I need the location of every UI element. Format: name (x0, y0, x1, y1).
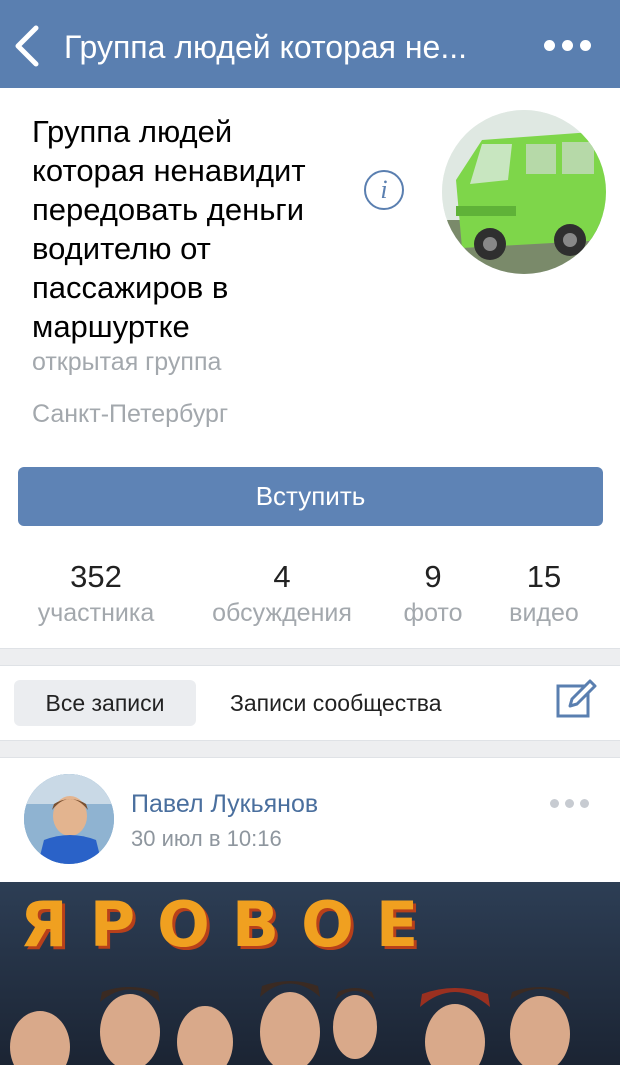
nav-bar: Группа людей которая не... (0, 0, 620, 88)
counter-value: 352 (70, 559, 122, 594)
section-divider (0, 648, 620, 666)
tab-all-posts[interactable]: Все записи (14, 680, 196, 726)
more-dots-icon (544, 40, 555, 51)
chevron-left-icon (15, 25, 39, 67)
tab-community-posts[interactable]: Записи сообщества (230, 680, 441, 726)
new-post-button[interactable] (554, 676, 598, 720)
post-image-title: ЯРОВОЕ (20, 888, 441, 961)
counter-label: видео (509, 599, 579, 627)
counter-discussions[interactable]: 4 обсуждения (200, 558, 364, 630)
section-divider (0, 740, 620, 758)
back-button[interactable] (10, 24, 50, 68)
group-name: Группа людей которая ненавидит передоват… (32, 114, 306, 344)
post-author[interactable]: Павел Лукьянов (131, 788, 318, 820)
counter-value: 15 (526, 559, 562, 594)
counter-label: обсуждения (212, 599, 352, 627)
counter-value: 9 (424, 559, 442, 594)
post-date: 30 июл в 10:16 (131, 826, 282, 851)
edit-icon (556, 679, 597, 718)
group-city: Санкт-Петербург (32, 400, 229, 428)
counter-label: участника (37, 599, 155, 627)
group-avatar (442, 110, 606, 274)
counter-value: 4 (273, 559, 291, 594)
nav-title: Группа людей которая не... (64, 29, 468, 65)
info-icon[interactable]: i (364, 170, 404, 210)
post-more-button[interactable] (550, 796, 592, 812)
group-type: открытая группа (32, 348, 222, 376)
counter-videos[interactable]: 15 видео (500, 558, 588, 630)
join-button[interactable]: Вступить (18, 467, 603, 526)
counter-label: фото (403, 599, 463, 627)
more-button[interactable] (544, 34, 592, 58)
author-avatar[interactable] (24, 774, 114, 864)
counter-members[interactable]: 352 участника (28, 558, 164, 630)
counter-photos[interactable]: 9 фото (396, 558, 470, 630)
more-dots-icon (550, 799, 559, 808)
